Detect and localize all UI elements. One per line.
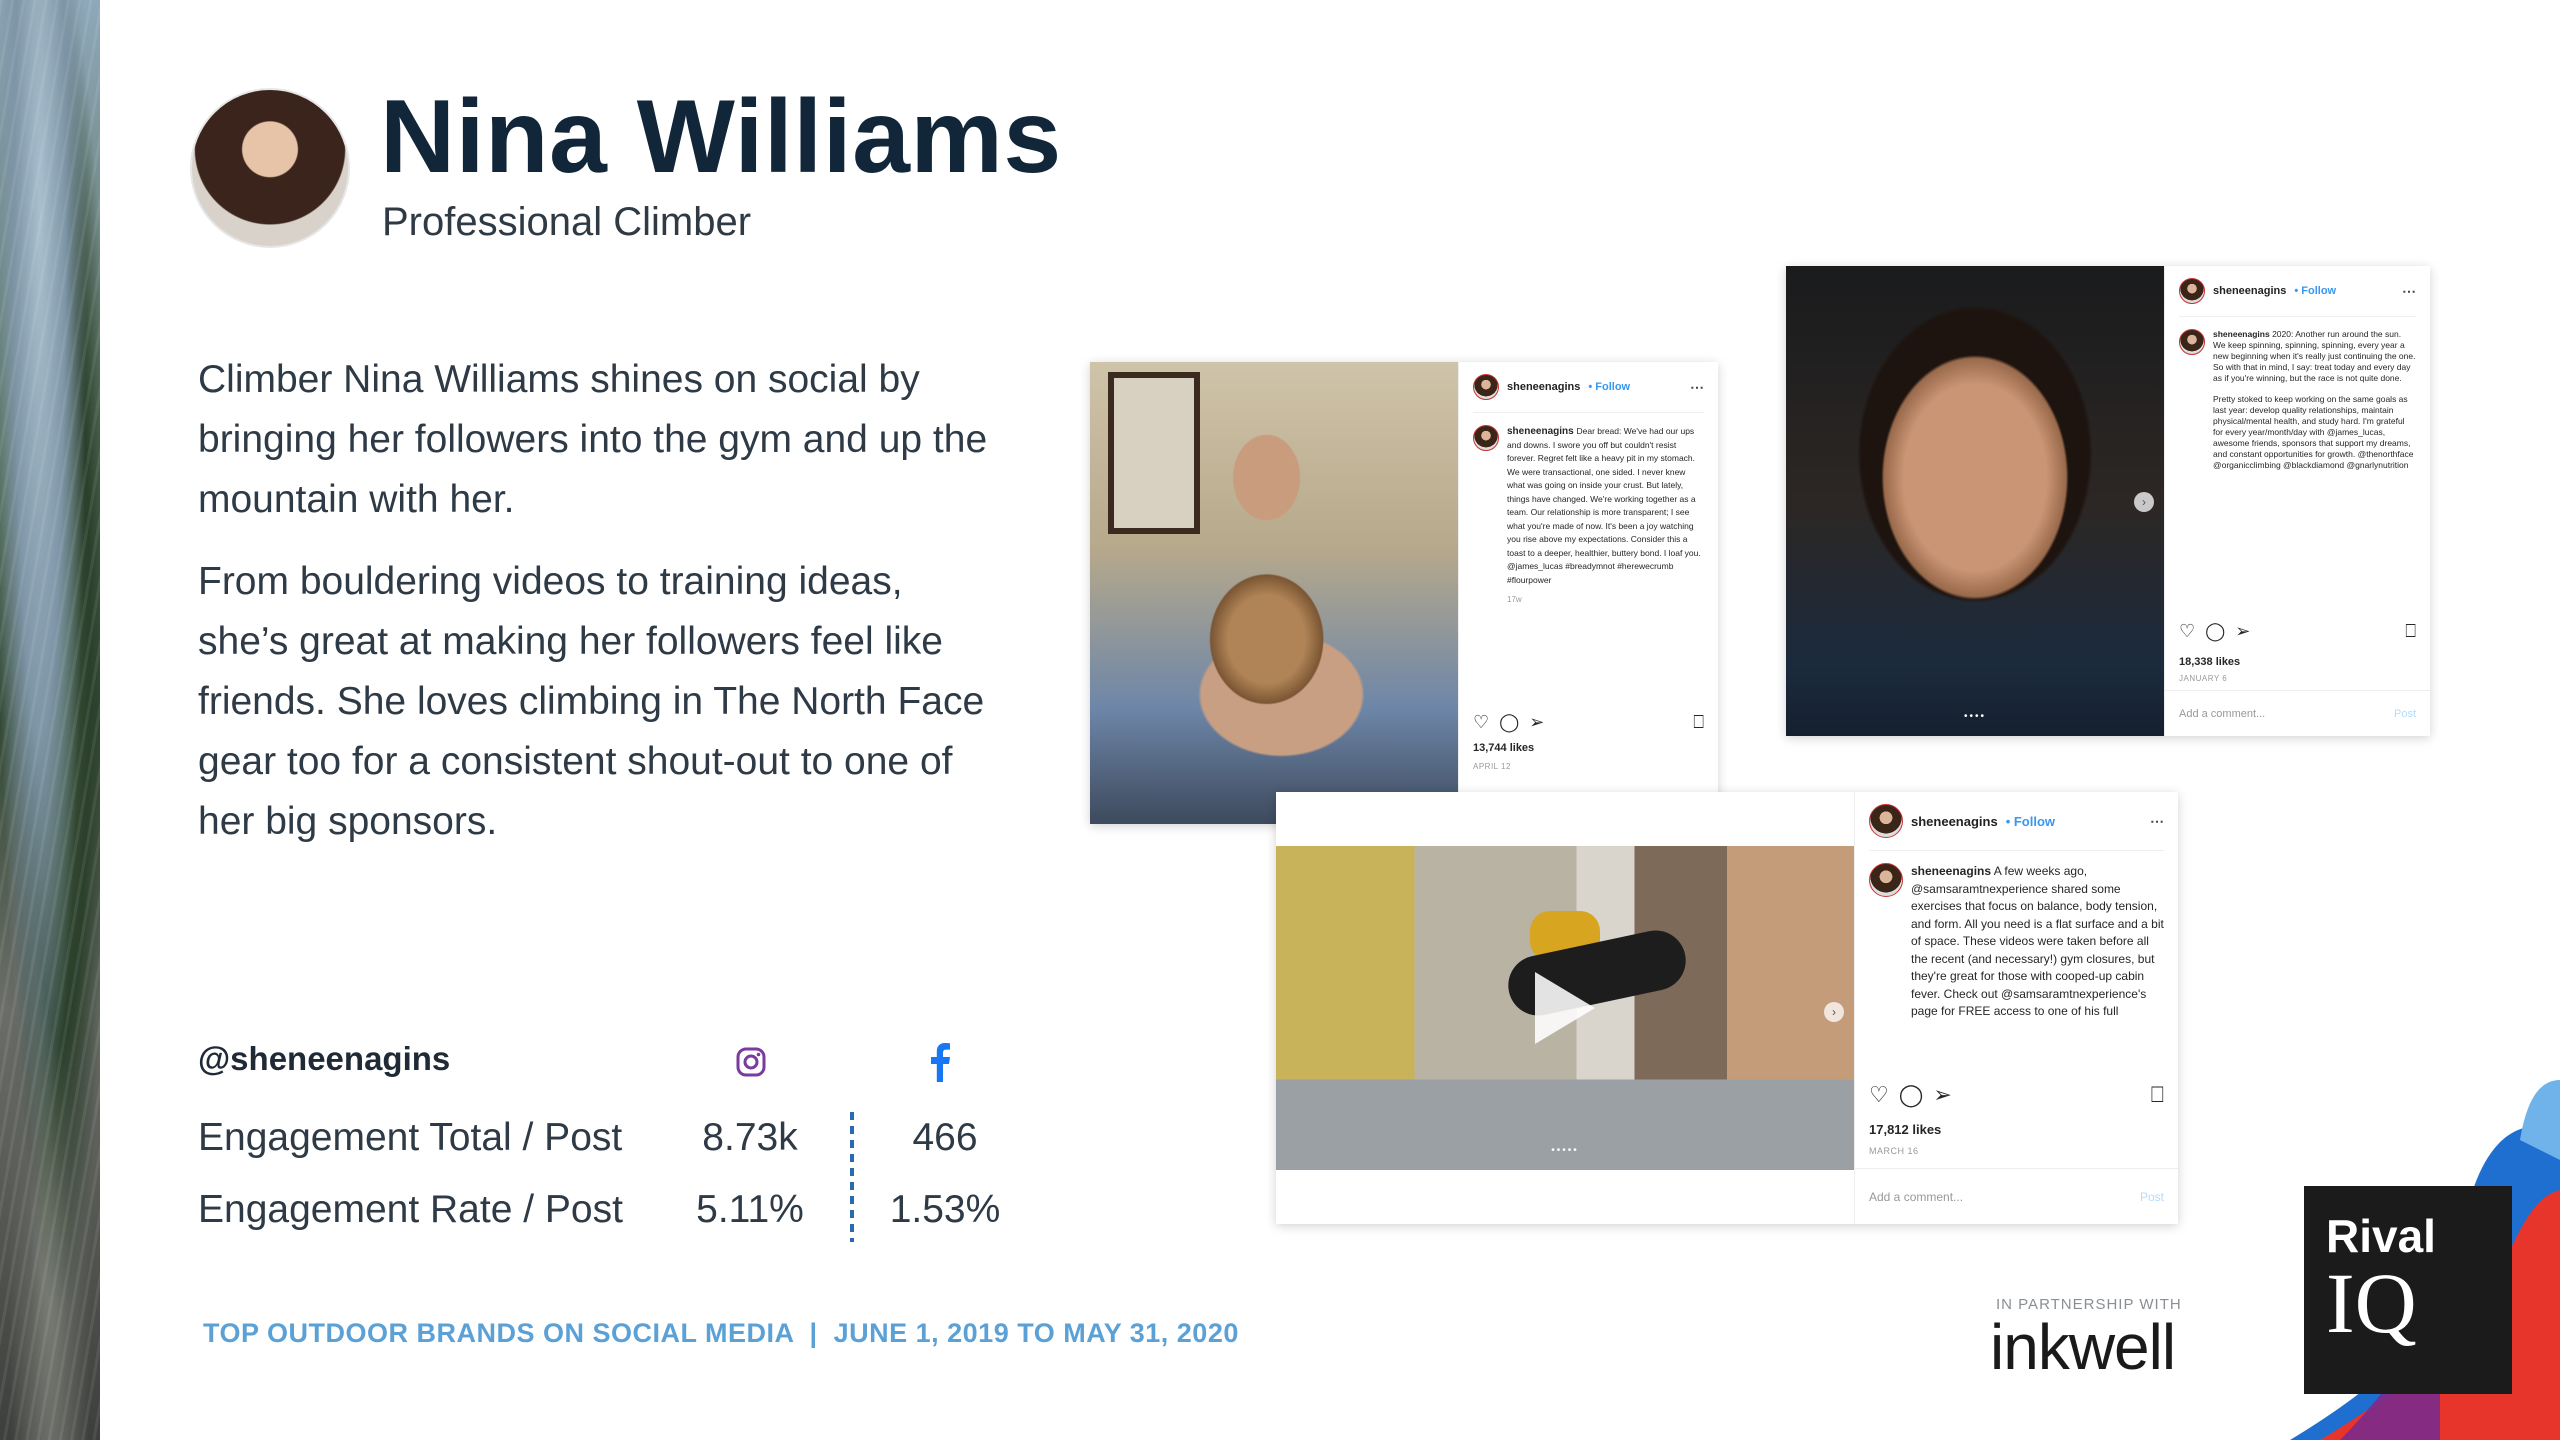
post-avatar [1869,804,1903,838]
post-sidebar: sheneenagins • Follow ⋯ sheneenagins Dea… [1458,362,1718,824]
post-header: sheneenagins • Follow ⋯ [1869,804,2164,851]
logo-line-2: IQ [2326,1255,2417,1351]
post-avatar [1869,863,1903,897]
post-actions: ♡ ◯ ➢ ⎕ [1869,1082,2164,1108]
post-username[interactable]: sheneenagins [1911,814,1998,829]
stat-row-label: Engagement Rate / Post [198,1188,623,1231]
comment-icon[interactable]: ◯ [2205,621,2225,642]
post-caption: sheneenagins A few weeks ago, @samsaramt… [1869,851,2164,1053]
share-icon[interactable]: ➢ [1529,712,1544,733]
post-caption: sheneenagins Dear bread: We've had our u… [1473,413,1704,607]
share-icon[interactable]: ➢ [1933,1082,1951,1108]
stat-facebook-value: 466 [912,1116,978,1159]
left-photo-strip [0,0,100,1440]
post-actions: ♡ ◯ ➢ ⎕ [1473,712,1704,733]
more-options-icon[interactable]: ⋯ [2150,813,2164,830]
post-likes[interactable]: 13,744 likes [1473,742,1534,754]
profile-avatar [190,88,350,248]
like-icon[interactable]: ♡ [2179,621,2195,642]
profile-name: Nina Williams [380,79,1062,195]
next-arrow-icon[interactable]: › [1824,1001,1844,1022]
follow-button[interactable]: • Follow [2294,285,2336,297]
more-options-icon[interactable]: ⋯ [1690,379,1704,396]
post-age: 17w [1507,595,1522,604]
like-icon[interactable]: ♡ [1869,1082,1889,1108]
post-media-frame: › ••••• [1276,792,1854,1224]
comment-icon[interactable]: ◯ [1899,1082,1924,1108]
facebook-icon [931,1043,950,1082]
like-icon[interactable]: ♡ [1473,712,1489,733]
description-paragraph-1: Climber Nina Williams shines on social b… [198,358,988,521]
footer-caption: TOP OUTDOOR BRANDS ON SOCIAL MEDIA | JUN… [203,1318,1239,1348]
post-likes[interactable]: 17,812 likes [1869,1122,1941,1137]
post-avatar [2179,329,2205,355]
post-date: APRIL 12 [1473,762,1511,771]
caption-text: Dear bread: We've had our ups and downs.… [1507,426,1701,585]
bookmark-icon[interactable]: ⎕ [2405,621,2416,642]
post-likes[interactable]: 18,338 likes [2179,656,2240,668]
post-date: MARCH 16 [1869,1146,1919,1156]
follow-button[interactable]: • Follow [1588,381,1630,393]
post-actions: ♡ ◯ ➢ ⎕ [2179,621,2416,642]
share-icon[interactable]: ➢ [2235,621,2250,642]
stats-divider [850,1112,854,1242]
instagram-icon [736,1047,766,1077]
post-photo[interactable]: › •••• [1786,266,2164,736]
more-options-icon[interactable]: ⋯ [2402,283,2416,300]
caption-username[interactable]: sheneenagins [1507,426,1574,437]
post-avatar [2179,278,2205,304]
post-sidebar: sheneenagins • Follow ⋯ sheneenagins A f… [1854,792,2178,1224]
post-caption: sheneenagins 2020: Another run around th… [2179,317,2416,471]
carousel-dots: •••• [1963,711,1987,722]
description-paragraph-2: From bouldering videos to training ideas… [198,560,985,843]
profile-role: Professional Climber [382,200,752,244]
stat-instagram-value: 8.73k [702,1116,798,1159]
inkwell-logo: inkwell [1990,1311,2176,1383]
caption-username[interactable]: sheneenagins [2213,329,2270,339]
post-sidebar: sheneenagins • Follow ⋯ sheneenagins 202… [2164,266,2430,736]
add-comment-input[interactable]: Add a comment... [2179,708,2265,720]
bookmark-icon[interactable]: ⎕ [1693,712,1704,733]
instagram-post-card[interactable]: › ••••• sheneenagins • Follow ⋯ sheneena… [1276,792,2178,1224]
post-username[interactable]: sheneenagins [2213,285,2286,297]
instagram-post-card[interactable]: › •••• sheneenagins • Follow ⋯ sheneenag… [1786,266,2430,736]
post-username[interactable]: sheneenagins [1507,381,1580,393]
post-video[interactable]: › ••••• [1276,846,1854,1170]
instagram-post-card[interactable]: sheneenagins • Follow ⋯ sheneenagins Dea… [1090,362,1718,824]
post-photo[interactable] [1090,362,1458,824]
description: Climber Nina Williams shines on social b… [198,350,998,874]
post-header: sheneenagins • Follow ⋯ [2179,278,2416,317]
add-comment-bar: Add a comment... Post [1855,1168,2178,1224]
caption-text: A few weeks ago, @samsaramtnexperience s… [1911,864,2164,1018]
rival-iq-logo: Rival IQ [2304,1186,2512,1394]
post-avatar [1473,374,1499,400]
play-icon[interactable] [1535,972,1595,1044]
follow-button[interactable]: • Follow [2006,814,2055,829]
caption-username[interactable]: sheneenagins [1911,864,1991,878]
instagram-handle: @sheneenagins [198,1040,451,1077]
next-arrow-icon[interactable]: › [2134,491,2154,512]
logo-line-1: Rival [2326,1210,2436,1262]
add-comment-bar: Add a comment... Post [2165,690,2430,736]
comment-icon[interactable]: ◯ [1499,712,1519,733]
post-avatar [1473,425,1499,451]
carousel-dots: ••••• [1551,1145,1579,1156]
caption-text-2: Pretty stoked to keep working on the sam… [2213,394,2414,470]
stat-facebook-value: 1.53% [889,1188,1001,1231]
post-comment-button[interactable]: Post [2394,708,2416,720]
post-date: JANUARY 6 [2179,674,2228,683]
stat-row-label: Engagement Total / Post [198,1116,623,1159]
post-header: sheneenagins • Follow ⋯ [1473,374,1704,413]
stat-instagram-value: 5.11% [696,1188,804,1231]
add-comment-input[interactable]: Add a comment... [1869,1190,1963,1204]
